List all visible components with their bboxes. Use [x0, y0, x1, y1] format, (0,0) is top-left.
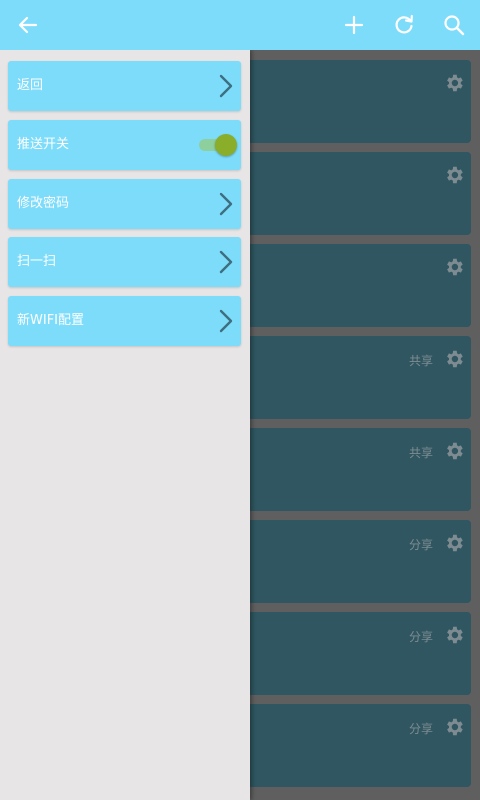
device-tag: 共享 [408, 354, 433, 368]
arrow-left-icon[interactable] [8, 0, 48, 50]
menu-item-label: 新WIFI配置 [17, 313, 84, 328]
device-card[interactable] [250, 60, 471, 143]
gear-icon[interactable] [443, 624, 465, 646]
chevron-right-icon [219, 192, 233, 216]
device-card[interactable]: 共享 [250, 336, 471, 419]
chevron-right-icon [219, 250, 233, 274]
gear-icon[interactable] [443, 716, 465, 738]
device-card[interactable]: 分享 [250, 704, 471, 787]
device-card[interactable]: 共享 [250, 428, 471, 511]
chevron-right-icon [219, 309, 233, 333]
device-tag: 分享 [408, 722, 433, 736]
menu-item-change-password[interactable]: 修改密码 [8, 179, 241, 229]
refresh-icon[interactable] [384, 0, 424, 50]
navigation-drawer: 返回 推送开关 修改密码 扫一扫 新WIFI配置 [0, 50, 250, 800]
plus-icon[interactable] [334, 0, 374, 50]
device-tag: 共享 [408, 446, 433, 460]
device-list: 共享 共享 分享 分享 分享 [250, 50, 480, 800]
device-card[interactable]: 分享 [250, 612, 471, 695]
device-tag: 分享 [408, 538, 433, 552]
menu-item-back[interactable]: 返回 [8, 61, 241, 111]
device-card[interactable]: 分享 [250, 520, 471, 603]
menu-item-scan[interactable]: 扫一扫 [8, 237, 241, 287]
device-card[interactable] [250, 152, 471, 235]
gear-icon[interactable] [443, 72, 465, 94]
menu-item-label: 推送开关 [17, 137, 70, 152]
chevron-right-icon [219, 74, 233, 98]
gear-icon[interactable] [443, 164, 465, 186]
device-card[interactable] [250, 244, 471, 327]
gear-icon[interactable] [443, 440, 465, 462]
gear-icon[interactable] [443, 348, 465, 370]
menu-item-label: 扫一扫 [17, 254, 57, 269]
menu-item-new-wifi-config[interactable]: 新WIFI配置 [8, 296, 241, 346]
push-toggle-switch[interactable] [197, 134, 237, 156]
menu-item-push-switch[interactable]: 推送开关 [8, 120, 241, 170]
search-icon[interactable] [434, 0, 474, 50]
menu-item-label: 返回 [17, 78, 44, 93]
device-tag: 分享 [408, 630, 433, 644]
top-app-bar [0, 0, 480, 50]
app-screen: 共享 共享 分享 分享 分享 返回 推送开关 修改密码 扫一扫 新WIFI配置 [0, 0, 480, 800]
gear-icon[interactable] [443, 256, 465, 278]
menu-item-label: 修改密码 [17, 196, 70, 211]
toggle-thumb [215, 134, 237, 156]
gear-icon[interactable] [443, 532, 465, 554]
